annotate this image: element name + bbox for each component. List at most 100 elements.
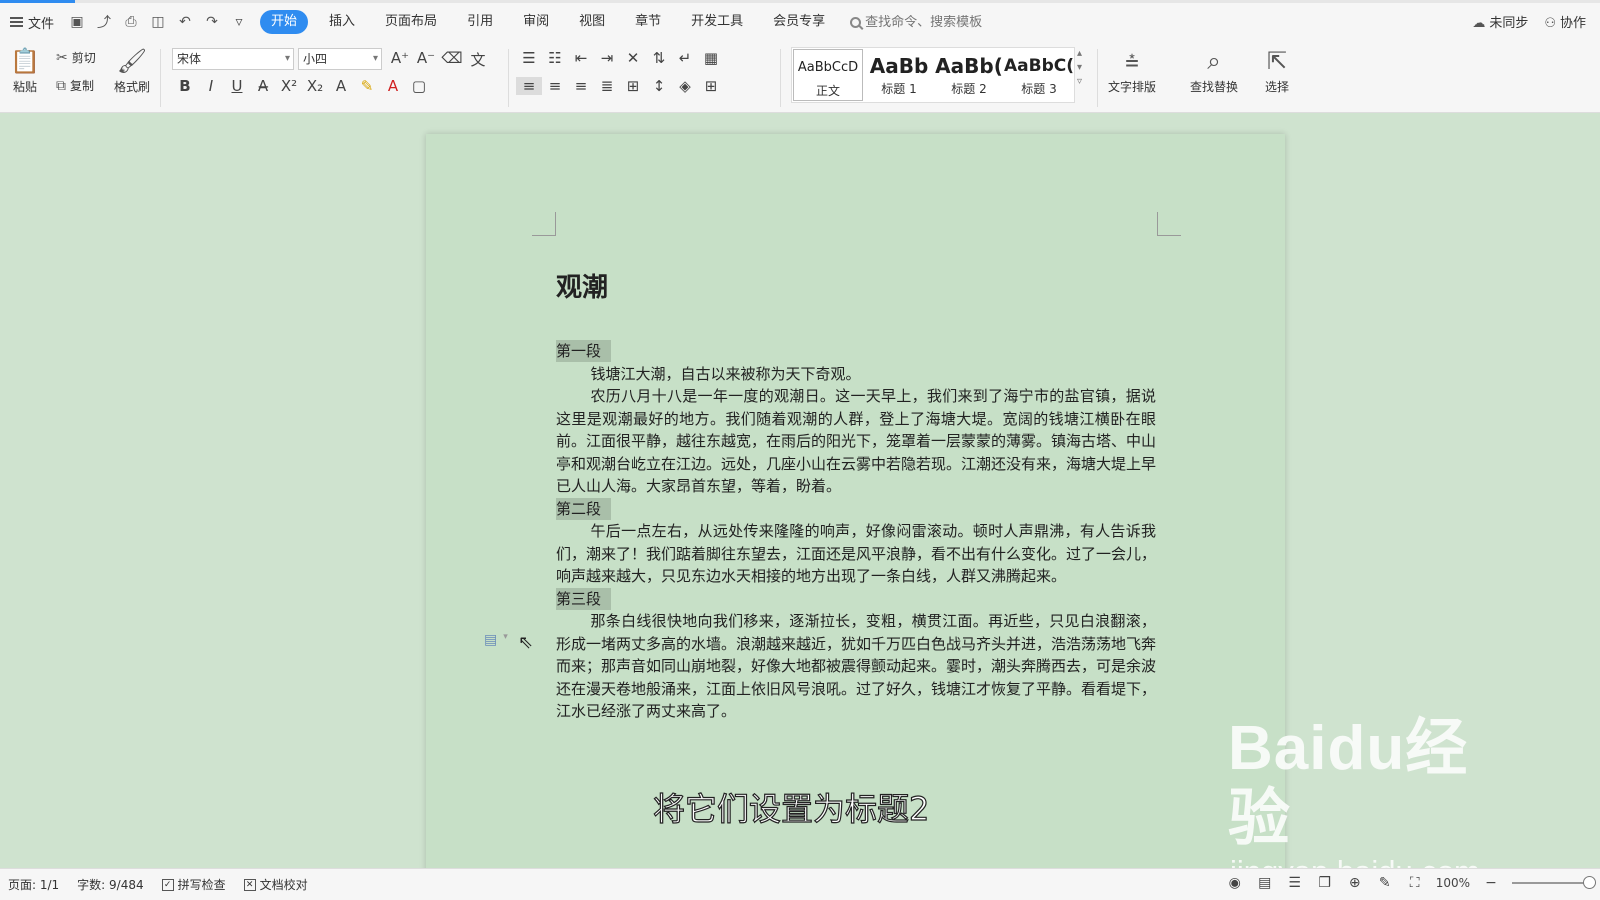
align-center-icon[interactable]: ≡: [542, 77, 568, 95]
justify-icon[interactable]: ≣: [594, 77, 620, 95]
tab-view[interactable]: 视图: [564, 10, 620, 34]
grow-font-icon[interactable]: A⁺: [387, 49, 413, 70]
align-right-icon[interactable]: ≡: [568, 77, 594, 95]
style-label: 标题 2: [951, 82, 987, 96]
numbering-icon[interactable]: ☷: [542, 49, 568, 67]
reading-view-icon[interactable]: ❒: [1316, 875, 1334, 891]
align-left-icon[interactable]: ≡: [516, 77, 542, 95]
document-body[interactable]: 观潮 第一段 钱塘江大潮，自古以来被称为天下奇观。 农历八月十八是一年一度的观潮…: [556, 268, 1156, 723]
ribbon-separator: [780, 49, 781, 107]
font-color-icon[interactable]: A: [380, 77, 406, 95]
tab-member[interactable]: 会员专享: [758, 10, 840, 34]
zoom-level[interactable]: 100%: [1436, 876, 1470, 890]
chinese-layout-icon[interactable]: ✕: [620, 49, 646, 67]
distribute-icon[interactable]: ⊞: [620, 77, 646, 95]
sort-icon[interactable]: ⇅: [646, 49, 672, 67]
web-view-icon[interactable]: ⊕: [1346, 875, 1364, 891]
watermark: Baidu经验 jingyan.baidu.com: [1228, 714, 1528, 868]
style-normal[interactable]: AaBbCcD 正文: [793, 49, 863, 101]
subscript-icon[interactable]: X₂: [302, 77, 328, 95]
style-scroll-arrows[interactable]: ▴ ▾ ▿: [1077, 47, 1082, 89]
format-painter-button[interactable]: 🖌 格式刷: [114, 47, 150, 95]
tab-insert[interactable]: 插入: [314, 10, 370, 34]
undo-icon[interactable]: ↶: [176, 14, 194, 30]
font-size-select[interactable]: 小四: [298, 48, 382, 70]
save-icon[interactable]: ▣: [68, 14, 86, 30]
command-search-input[interactable]: [865, 14, 1016, 30]
word-count[interactable]: 字数: 9/484: [77, 876, 143, 893]
search-icon: [850, 16, 862, 28]
underline-icon[interactable]: U: [224, 77, 250, 95]
highlight-icon[interactable]: ✎: [354, 77, 380, 95]
style-heading-1[interactable]: AaBb 标题 1: [864, 48, 934, 102]
collab-label: 协作: [1559, 16, 1586, 31]
doc-proof-label: 文档校对: [259, 878, 308, 892]
text-effect-icon[interactable]: A: [328, 77, 354, 95]
shading-icon[interactable]: ◈: [672, 77, 698, 95]
eye-protection-icon[interactable]: ◉: [1226, 875, 1244, 891]
collab-button[interactable]: ⚇ 协作: [1544, 12, 1586, 31]
fit-page-icon[interactable]: ⛶: [1406, 875, 1424, 891]
tab-page-layout[interactable]: 页面布局: [370, 10, 452, 34]
decrease-indent-icon[interactable]: ⇤: [568, 49, 594, 67]
shrink-font-icon[interactable]: A⁻: [413, 49, 439, 70]
status-bar: 页面: 1/1 字数: 9/484 ✓ 拼写检查 ✕ 文档校对 ◉ ▤ ☰ ❒ ⊕ …: [0, 868, 1600, 900]
select-button[interactable]: ⇱ 选择: [1265, 47, 1289, 95]
paste-button[interactable]: 📋 粘贴: [10, 47, 40, 95]
scissors-icon: ✂: [56, 49, 68, 66]
show-marks-icon[interactable]: ↵: [672, 49, 698, 67]
menu-bar: 文件 ▣ ⤴ ⎙ ◫ ↶ ↷ ▿ 开始 插入 页面布局 引用 审阅 视图 章节 …: [0, 3, 1600, 41]
italic-icon[interactable]: I: [198, 77, 224, 95]
table-tools-icon[interactable]: ▦: [698, 49, 724, 67]
style-label: 标题 3: [1021, 82, 1057, 96]
document-page[interactable]: 观潮 第一段 钱塘江大潮，自古以来被称为天下奇观。 农历八月十八是一年一度的观潮…: [426, 134, 1285, 868]
zoom-slider[interactable]: [1512, 876, 1596, 889]
sync-button[interactable]: ☁ 未同步: [1472, 12, 1528, 31]
document-canvas[interactable]: 观潮 第一段 钱塘江大潮，自古以来被称为天下奇观。 农历八月十八是一年一度的观潮…: [0, 114, 1600, 868]
clear-format-icon[interactable]: ⌫: [439, 49, 465, 70]
font-name-select[interactable]: 宋体: [172, 48, 294, 70]
cut-button[interactable]: ✂ 剪切: [56, 49, 96, 66]
tab-home[interactable]: 开始: [260, 10, 309, 34]
phonetic-icon[interactable]: 文: [465, 49, 491, 70]
page-indicator[interactable]: 页面: 1/1: [8, 876, 59, 893]
style-heading-3[interactable]: AaBbC( 标题 3: [1004, 48, 1074, 102]
tab-developer[interactable]: 开发工具: [676, 10, 758, 34]
increase-indent-icon[interactable]: ⇥: [594, 49, 620, 67]
tab-review[interactable]: 审阅: [508, 10, 564, 34]
ribbon-toolbar: 📋 粘贴 ✂ 剪切 ⧉ 复制 🖌 格式刷 宋体 小四 A⁺ A⁻ ⌫ 文 B I…: [0, 41, 1600, 113]
customize-chevron-icon[interactable]: ▿: [230, 14, 248, 30]
redo-icon[interactable]: ↷: [203, 14, 221, 30]
page-view-icon[interactable]: ▤: [1256, 875, 1274, 891]
tab-references[interactable]: 引用: [452, 10, 508, 34]
output-icon[interactable]: ⤴: [95, 12, 113, 32]
strikethrough-icon[interactable]: A̶: [250, 77, 276, 95]
style-label: 标题 1: [881, 82, 917, 96]
style-gallery: AaBbCcD 正文 AaBb 标题 1 AaBb( 标题 2 AaBbC( 标…: [791, 47, 1075, 103]
document-title: 观潮: [556, 273, 609, 303]
spell-check-button[interactable]: ✓ 拼写检查: [161, 876, 226, 893]
superscript-icon[interactable]: X²: [276, 77, 302, 95]
tab-chapter[interactable]: 章节: [620, 10, 676, 34]
zoom-slider-handle[interactable]: [1583, 876, 1596, 889]
line-spacing-icon[interactable]: ↕: [646, 77, 672, 95]
zoom-out-icon[interactable]: −: [1482, 875, 1500, 891]
print-icon[interactable]: ⎙: [122, 14, 140, 30]
video-subtitle: 将它们设置为标题2: [652, 789, 930, 828]
borders-icon[interactable]: ⊞: [698, 77, 724, 95]
outline-view-icon[interactable]: ☰: [1286, 875, 1304, 891]
char-border-icon[interactable]: ▢: [406, 77, 432, 95]
paragraph-handle[interactable]: ▤ ▾: [484, 632, 508, 648]
check-icon: ✓: [161, 878, 174, 891]
bold-icon[interactable]: B: [172, 77, 198, 95]
file-menu[interactable]: 文件: [10, 13, 54, 32]
command-search[interactable]: [850, 14, 1016, 30]
copy-button[interactable]: ⧉ 复制: [56, 77, 94, 94]
print-preview-icon[interactable]: ◫: [149, 14, 167, 30]
bullets-icon[interactable]: ☰: [516, 49, 542, 67]
doc-proof-button[interactable]: ✕ 文档校对: [243, 876, 308, 893]
text-layout-button[interactable]: ⩮ 文字排版: [1108, 47, 1156, 95]
style-heading-2[interactable]: AaBb( 标题 2: [934, 48, 1004, 102]
find-replace-button[interactable]: ⌕ 查找替换: [1190, 47, 1238, 95]
write-view-icon[interactable]: ✎: [1376, 875, 1394, 891]
